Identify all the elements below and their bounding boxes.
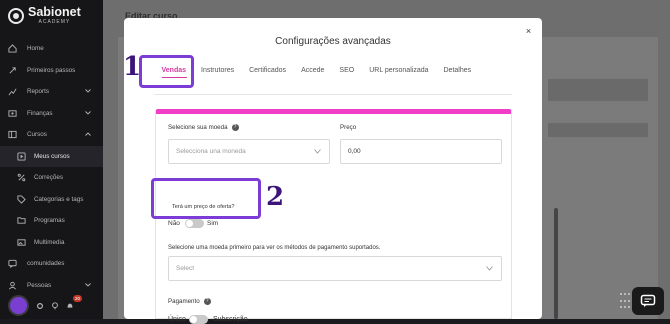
payment-method-placeholder: Select: [176, 265, 195, 272]
chevron-down-icon: [314, 148, 321, 154]
payment-type-toggle[interactable]: [189, 315, 208, 324]
offer-price-toggle[interactable]: [185, 219, 204, 228]
chevron-up-icon: [85, 132, 91, 136]
currency-label: Selecione sua moeda?: [168, 124, 239, 131]
sidebar-item-label: Pessoas: [27, 281, 52, 289]
payment-label-text: Pagamento: [168, 298, 200, 306]
payment-method-select[interactable]: Select: [168, 256, 502, 281]
tab-bar: Vendas Instrutores Certificados Accede SEO UR…: [154, 65, 479, 87]
annotation-number-1: 1: [123, 52, 142, 82]
background-field: [548, 123, 648, 137]
sidebar-footer: [0, 292, 103, 319]
sidebar-item-correcoes[interactable]: Correções: [0, 167, 103, 189]
sidebar-item-financas[interactable]: Finanças: [0, 103, 103, 125]
wallet-icon: [8, 109, 17, 118]
price-input[interactable]: 0,00: [340, 139, 502, 164]
tab-detalhes[interactable]: Detalhes: [436, 65, 479, 87]
modal-title: Configurações avançadas: [275, 36, 391, 47]
sidebar-item-label: Multimedia: [34, 238, 65, 246]
bell-icon[interactable]: [66, 302, 74, 310]
currency-select-placeholder: Selecciona una moneda: [176, 148, 246, 155]
sidebar-item-cursos[interactable]: Cursos: [0, 124, 103, 146]
tab-certificados[interactable]: Certificados: [242, 65, 294, 87]
sidebar-item-label: Finanças: [27, 109, 53, 117]
sidebar-item-multimedia[interactable]: Multimedia: [0, 232, 103, 254]
currency-select[interactable]: Selecciona una moneda: [168, 139, 330, 164]
play-icon: [17, 152, 26, 161]
home-icon: [8, 44, 17, 53]
payment-method-label: Selecione uma moeda primeiro para ver os…: [168, 245, 381, 251]
sidebar-item-programas[interactable]: Programas: [0, 210, 103, 232]
media-icon: [17, 238, 26, 247]
chat-icon: [640, 294, 656, 307]
chevron-down-icon: [85, 89, 91, 93]
logo-icon: [8, 7, 24, 24]
scrollbar[interactable]: [554, 208, 558, 319]
chevron-down-icon: [85, 110, 91, 115]
sidebar-item-label: Cursos: [27, 131, 47, 139]
chevron-down-icon: [85, 282, 91, 287]
sidebar-item-label: Programas: [34, 217, 65, 225]
brand-sub: ACADEMY: [38, 19, 71, 25]
offer-no-label: Não: [168, 220, 180, 227]
payment-single-label: Único: [168, 316, 186, 323]
annotation-box-2: [151, 178, 261, 219]
folder-icon: [17, 216, 26, 225]
sidebar-item-label: Categorias e tags: [34, 195, 84, 203]
price-label: Preço: [340, 124, 357, 131]
chart-icon: [8, 87, 17, 96]
tab-instrutores[interactable]: Instrutores: [194, 65, 242, 87]
tag-icon: [17, 195, 26, 204]
community-icon: [8, 259, 17, 269]
sidebar-item-comunidades[interactable]: comunidades: [0, 253, 103, 275]
sidebar: Sabionet ACADEMY Home Primeiros passos R…: [0, 0, 103, 319]
annotation-number-2: 2: [266, 182, 285, 212]
chevron-down-icon: [486, 265, 493, 271]
gear-icon[interactable]: [36, 302, 44, 310]
sidebar-item-label: comunidades: [27, 260, 65, 268]
percent-icon: [17, 173, 26, 182]
avatar[interactable]: [8, 295, 29, 316]
help-icon[interactable]: ?: [231, 124, 239, 131]
sidebar-item-label: Meus cursos: [34, 152, 70, 160]
tab-accede[interactable]: Accede: [294, 65, 332, 87]
payment-subscription-label: Subscrição: [213, 316, 248, 323]
sidebar-item-label: Reports: [27, 88, 50, 96]
background-field: [548, 79, 648, 101]
rocket-icon: [8, 66, 17, 75]
people-icon: [8, 281, 17, 290]
tab-seo[interactable]: SEO: [332, 65, 362, 87]
sidebar-item-reports[interactable]: Reports: [0, 81, 103, 103]
lightbulb-icon[interactable]: [51, 301, 59, 310]
notification-badge: 20: [73, 295, 83, 302]
offer-yes-label: Sim: [207, 220, 219, 227]
apps-grid-icon[interactable]: [620, 293, 630, 311]
chat-button[interactable]: [632, 287, 664, 315]
sidebar-item-home[interactable]: Home: [0, 38, 103, 60]
courses-icon: [8, 130, 17, 139]
sidebar-item-label: Primeiros passos: [27, 66, 76, 74]
tabs-divider: [154, 94, 512, 95]
sidebar-item-primeiros-passos[interactable]: Primeiros passos: [0, 60, 103, 82]
close-icon[interactable]: ×: [524, 27, 533, 36]
tab-url-personalizada[interactable]: URL personalizada: [362, 65, 436, 87]
brand-logo[interactable]: Sabionet ACADEMY: [8, 6, 81, 25]
brand-name: Sabionet: [28, 5, 81, 19]
help-icon[interactable]: ?: [203, 298, 211, 305]
sidebar-item-categorias[interactable]: Categorias e tags: [0, 189, 103, 211]
annotation-box-1: [139, 55, 194, 88]
sidebar-item-label: Correções: [34, 174, 64, 182]
sidebar-item-label: Home: [27, 45, 44, 53]
payment-label: Pagamento?: [168, 298, 211, 305]
sidebar-nav: Home Primeiros passos Reports Finanças C…: [0, 38, 103, 296]
currency-label-text: Selecione sua moeda: [168, 124, 228, 132]
sidebar-item-meus-cursos[interactable]: Meus cursos: [0, 145, 103, 167]
